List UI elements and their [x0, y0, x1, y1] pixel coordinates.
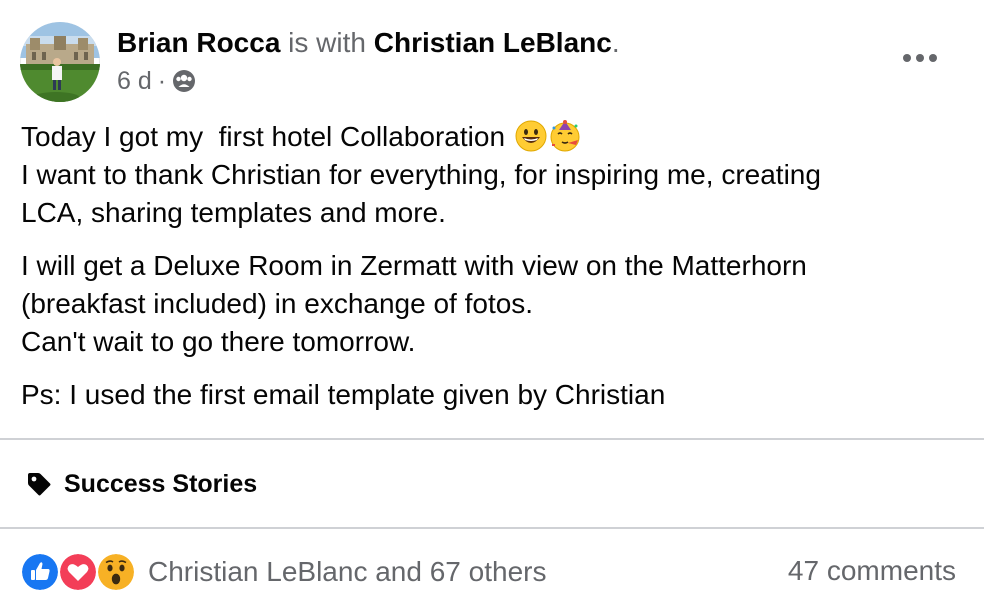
author-line: Brian Rocca is with Christian LeBlanc.: [117, 26, 620, 60]
reactors-text: Christian LeBlanc and 67 others: [148, 556, 547, 587]
grinning-face-emoji: [515, 120, 547, 152]
divider: [0, 527, 984, 529]
post-line: LCA, sharing templates and more.: [21, 197, 446, 228]
avatar[interactable]: [20, 22, 100, 102]
partying-face-emoji: [549, 120, 581, 152]
post-line: (breakfast included) in exchange of foto…: [21, 288, 534, 319]
post-paragraph: Today I got my first hotel Collaboration…: [21, 118, 961, 232]
with-text: is with: [280, 27, 374, 58]
post-header: Brian Rocca is with Christian LeBlanc. 6…: [0, 0, 984, 110]
more-options-button[interactable]: [896, 40, 944, 76]
author-name[interactable]: Brian Rocca: [117, 27, 280, 58]
divider: [0, 438, 984, 440]
post-meta: 6 d ·: [117, 66, 196, 96]
like-icon: [22, 554, 58, 590]
meta-separator: ·: [157, 67, 167, 95]
reactions-summary[interactable]: Christian LeBlanc and 67 others: [22, 552, 546, 592]
post-paragraph: I will get a Deluxe Room in Zermatt with…: [21, 247, 961, 361]
love-icon: [60, 554, 96, 590]
comments-count-link[interactable]: 47 comments: [788, 555, 956, 587]
avatar-photo: [20, 22, 100, 102]
post-line: Today I got my first hotel Collaboration: [21, 118, 961, 156]
post-line: Ps: I used the first email template give…: [21, 379, 666, 410]
post-body: Today I got my first hotel Collaboration…: [21, 118, 961, 429]
post-line: I will get a Deluxe Room in Zermatt with…: [21, 250, 807, 281]
post-timestamp[interactable]: 6 d: [117, 66, 152, 96]
post-line: Can't wait to go there tomorrow.: [21, 326, 416, 357]
tag-icon: [28, 473, 51, 496]
wow-icon: [98, 554, 134, 590]
reaction-icons: [22, 552, 134, 592]
group-icon[interactable]: [172, 69, 196, 93]
post-line: I want to thank Christian for everything…: [21, 159, 821, 190]
topic-label: Success Stories: [64, 469, 258, 498]
tagged-suffix: .: [611, 27, 620, 58]
facebook-post: Brian Rocca is with Christian LeBlanc. 6…: [0, 0, 984, 614]
more-horizontal-icon: [903, 54, 937, 62]
topic-tag[interactable]: Success Stories: [26, 466, 257, 502]
tagged-person-name[interactable]: Christian LeBlanc: [374, 27, 612, 58]
post-paragraph: Ps: I used the first email template give…: [21, 376, 961, 414]
